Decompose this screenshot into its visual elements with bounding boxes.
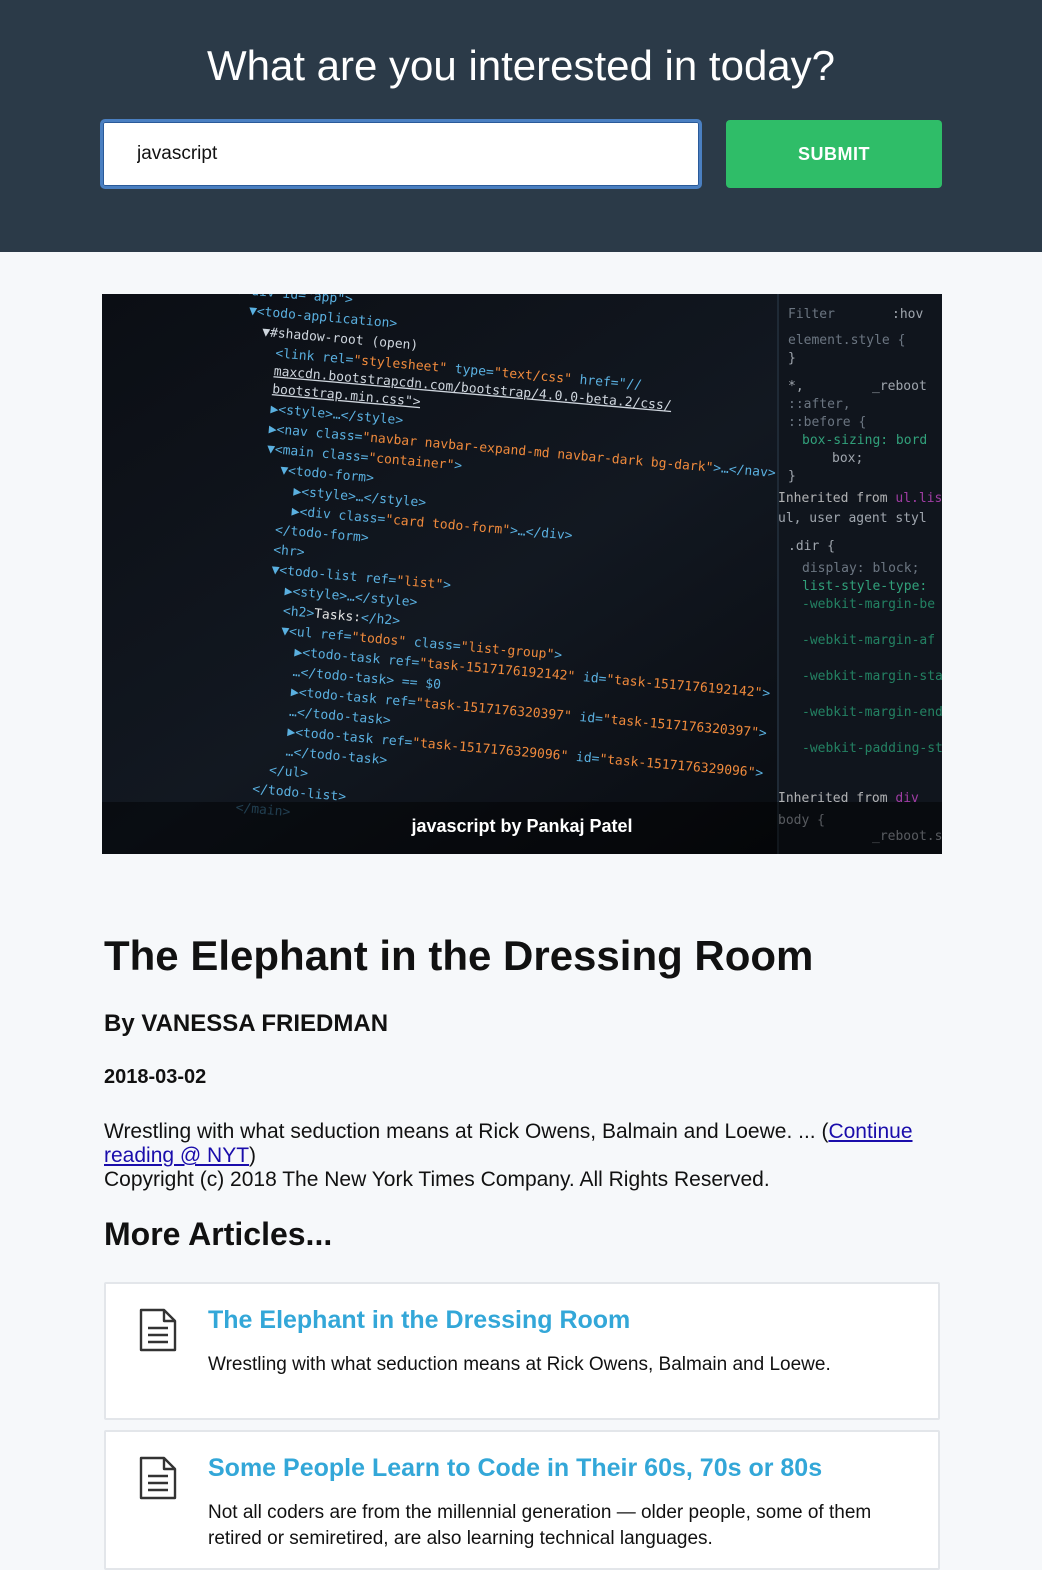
- code-photo: ▼<div id="app"> ▼<todo-application> ▼#sh…: [102, 294, 942, 854]
- svg-text:}: }: [788, 469, 796, 484]
- code-photo-graphic: ▼<div id="app"> ▼<todo-application> ▼#sh…: [102, 294, 942, 854]
- svg-text:.dir {: .dir {: [788, 539, 835, 554]
- summary-end: ): [249, 1144, 257, 1167]
- svg-text:element.style {: element.style {: [788, 333, 905, 348]
- article-card[interactable]: The Elephant in the Dressing Room Wrestl…: [104, 1282, 940, 1420]
- svg-text:ul, user agent styl: ul, user agent styl: [778, 511, 927, 526]
- svg-text:*,: *,: [788, 379, 804, 394]
- svg-text:-webkit-margin-end: -webkit-margin-end: [802, 705, 942, 720]
- svg-text:::before {: ::before {: [788, 415, 866, 430]
- svg-text:-webkit-padding-st: -webkit-padding-st: [802, 741, 942, 756]
- svg-text:list-style-type:: list-style-type:: [802, 579, 927, 594]
- card-description: Wrestling with what seduction means at R…: [208, 1354, 831, 1375]
- svg-text:Inherited from ul.list: Inherited from ul.list: [778, 491, 942, 506]
- page-title: What are you interested in today?: [206, 42, 836, 89]
- article-date: 2018-03-02: [104, 1066, 207, 1088]
- article-summary: Wrestling with what seduction means at R…: [104, 1120, 934, 1192]
- document-icon: [139, 1308, 177, 1352]
- svg-text::hov: :hov: [892, 307, 923, 322]
- article-card[interactable]: Some People Learn to Code in Their 60s, …: [104, 1430, 940, 1570]
- card-description: Not all coders are from the millennial g…: [208, 1502, 872, 1549]
- svg-text:_reboot: _reboot: [872, 379, 927, 394]
- document-icon: [139, 1456, 177, 1500]
- svg-text:}: }: [788, 351, 796, 366]
- search-input[interactable]: [100, 119, 702, 189]
- svg-text:-webkit-margin-af: -webkit-margin-af: [802, 633, 935, 648]
- svg-text:display: block;: display: block;: [802, 561, 919, 576]
- card-title-link[interactable]: The Elephant in the Dressing Room: [208, 1304, 630, 1336]
- card-title-link[interactable]: Some People Learn to Code in Their 60s, …: [208, 1452, 822, 1484]
- more-articles-heading: More Articles...: [104, 1216, 333, 1252]
- svg-text:Filter: Filter: [788, 307, 835, 322]
- svg-text:box;: box;: [832, 451, 863, 466]
- svg-text:-webkit-margin-sta: -webkit-margin-sta: [802, 669, 942, 684]
- svg-text:<hr>: <hr>: [273, 543, 306, 561]
- svg-text:::after,: ::after,: [788, 397, 851, 412]
- svg-text:-webkit-margin-be: -webkit-margin-be: [802, 597, 935, 612]
- svg-text:box-sizing: bord: box-sizing: bord: [802, 433, 927, 448]
- copyright-text: Copyright (c) 2018 The New York Times Co…: [104, 1168, 770, 1191]
- submit-button[interactable]: SUBMIT: [726, 120, 942, 188]
- summary-text: Wrestling with what seduction means at R…: [104, 1120, 829, 1143]
- article-title: The Elephant in the Dressing Room: [104, 932, 814, 979]
- article-byline: By VANESSA FRIEDMAN: [104, 1010, 389, 1037]
- image-caption: javascript by Pankaj Patel: [411, 816, 633, 836]
